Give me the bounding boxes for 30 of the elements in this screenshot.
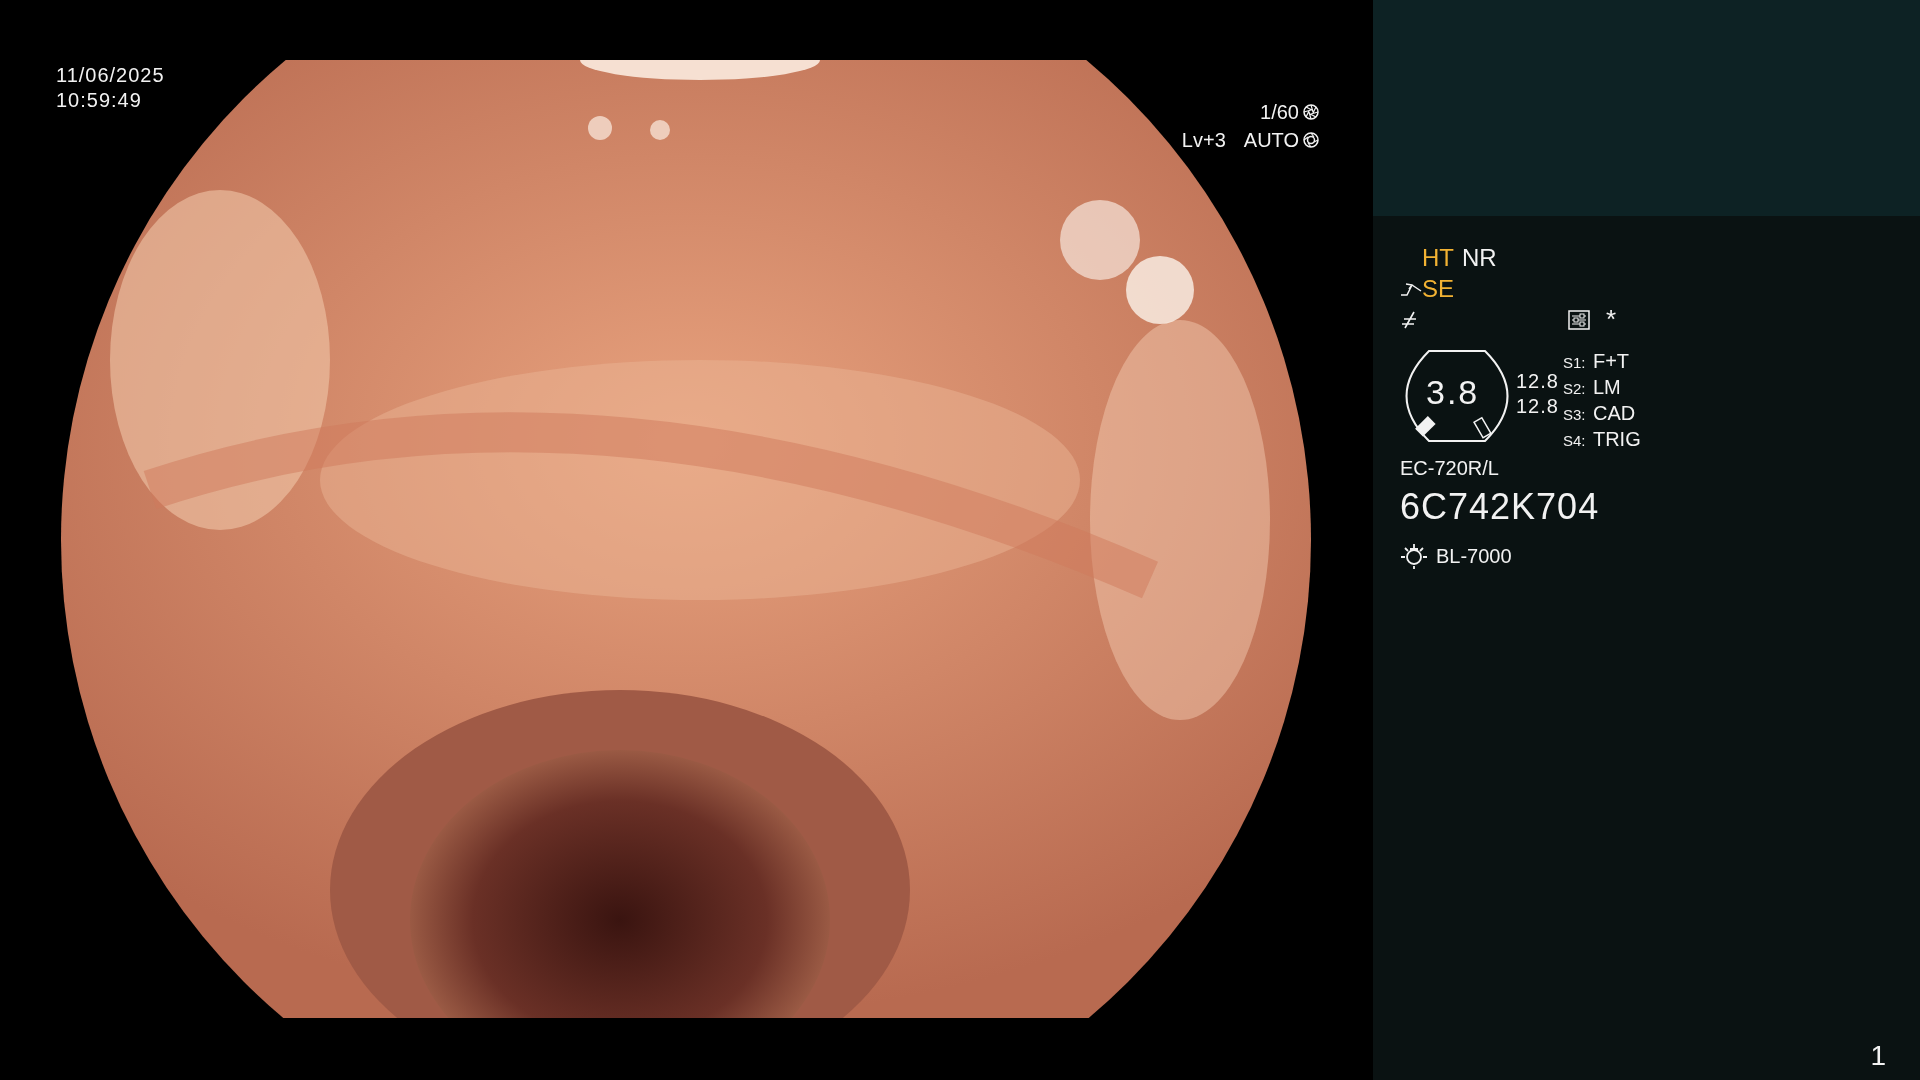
reading-value: 12.8 [1516, 369, 1559, 394]
iris-icon [1303, 132, 1319, 148]
curve-icon [1400, 280, 1422, 297]
switch-function: LM [1592, 375, 1621, 400]
light-source-text: BL-7000 [1436, 544, 1512, 568]
marker-text: * [1606, 304, 1617, 335]
time-text: 10:59:49 [56, 88, 143, 113]
not-equal-icon [1400, 310, 1418, 329]
mode-indicator: HT [1422, 243, 1454, 272]
iris-mode-text: AUTO [1243, 128, 1299, 153]
switch-label: S4: [1562, 431, 1587, 451]
light-bulb-icon [1400, 542, 1428, 570]
scope-model-text: EC-720R/L [1400, 457, 1500, 480]
date-text: 11/06/2025 [56, 63, 165, 88]
switch-label: S2: [1562, 379, 1587, 399]
switch-function: F+T [1592, 349, 1630, 374]
mode-indicator: NR [1462, 243, 1497, 272]
serial-number-text: 6C742K704 [1400, 486, 1601, 528]
brightness-level-text: Lv+3 [1181, 128, 1226, 153]
gauge-value: 3.8 [1426, 373, 1480, 412]
switch-function: TRIG [1592, 427, 1641, 452]
page-number: 1 [1870, 1040, 1886, 1072]
switch-function: CAD [1592, 401, 1636, 426]
shutter-speed-text: 1/60 [1260, 100, 1299, 125]
switch-label: S3: [1562, 405, 1587, 425]
reading-value: 12.8 [1516, 394, 1559, 419]
switch-label: S1: [1562, 353, 1587, 373]
aperture-icon [1303, 104, 1319, 120]
enhancement-indicator: SE [1422, 274, 1454, 303]
settings-sliders-icon [1568, 309, 1590, 330]
